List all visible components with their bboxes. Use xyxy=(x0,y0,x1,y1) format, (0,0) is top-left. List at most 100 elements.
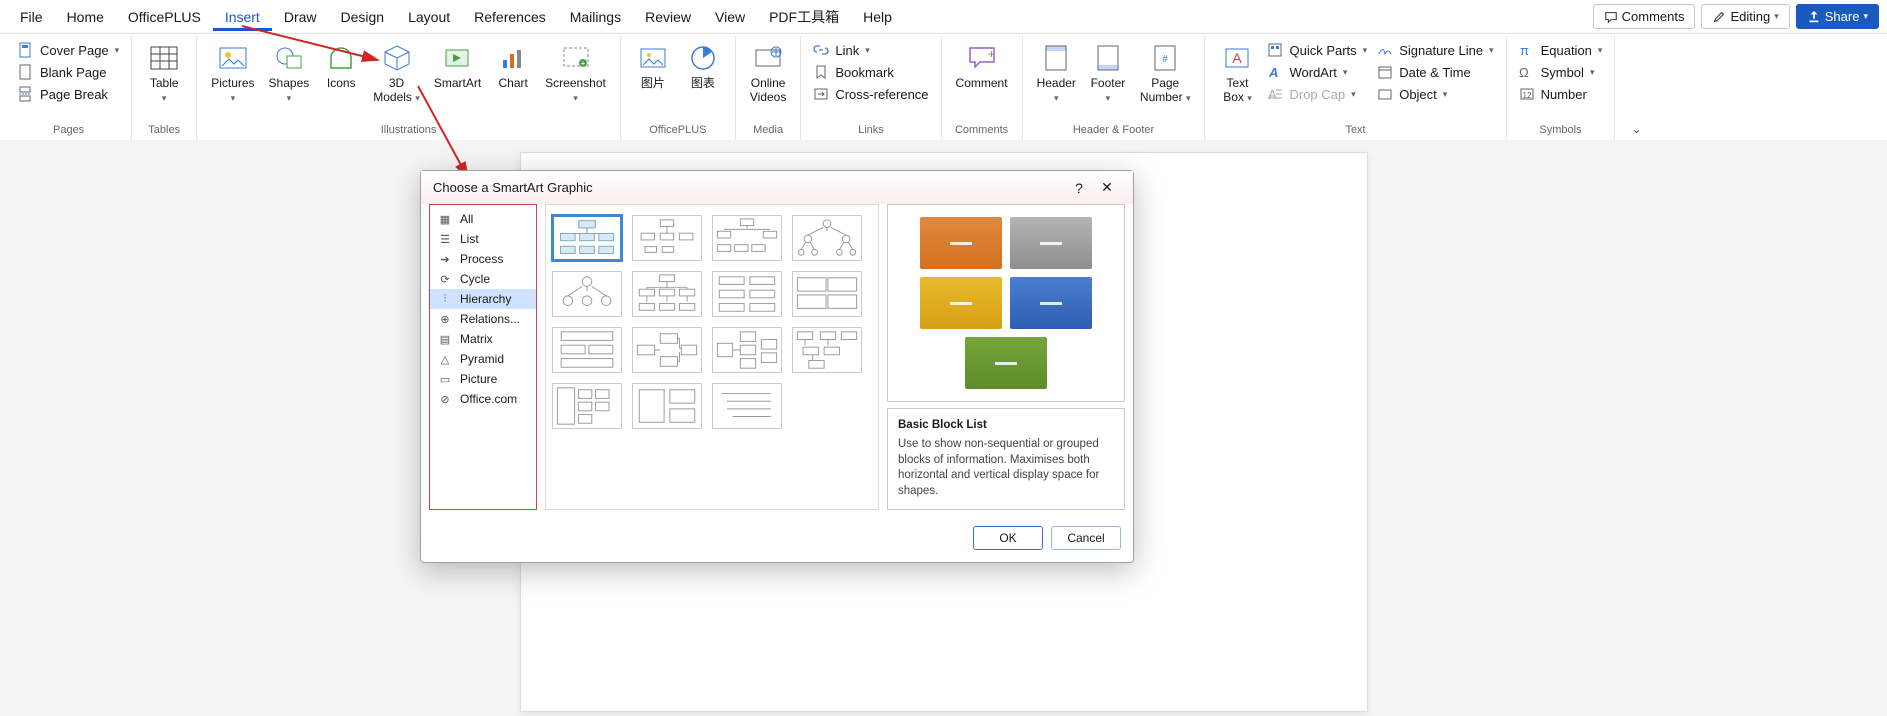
chevron-down-icon: ▾ xyxy=(1598,45,1603,56)
share-button[interactable]: Share ▾ xyxy=(1796,4,1879,29)
tubiao-button[interactable]: 图表 xyxy=(679,40,727,90)
page-break-button[interactable]: Page Break xyxy=(14,84,123,104)
cat-picture[interactable]: ▭Picture xyxy=(430,369,536,389)
thumb-10[interactable] xyxy=(632,327,702,373)
smartart-button[interactable]: SmartArt xyxy=(428,40,487,90)
header-button[interactable]: Header▾ xyxy=(1031,40,1082,105)
thumb-15[interactable] xyxy=(712,383,782,429)
cat-process[interactable]: ➔Process xyxy=(430,249,536,269)
equation-button[interactable]: π Equation▾ xyxy=(1515,40,1607,60)
quick-parts-button[interactable]: Quick Parts▾ xyxy=(1263,40,1371,60)
pictures-button[interactable]: Pictures▾ xyxy=(205,40,260,105)
menu-file[interactable]: File xyxy=(8,3,55,31)
shapes-button[interactable]: Shapes▾ xyxy=(263,40,316,105)
drop-cap-button[interactable]: A Drop Cap▾ xyxy=(1263,84,1371,104)
menu-help[interactable]: Help xyxy=(851,3,904,31)
cancel-button[interactable]: Cancel xyxy=(1051,526,1121,550)
dialog-help-button[interactable]: ? xyxy=(1065,180,1093,196)
bookmark-icon xyxy=(813,64,829,80)
page-break-icon xyxy=(18,86,34,102)
thumb-5[interactable] xyxy=(552,271,622,317)
shapes-icon xyxy=(273,42,305,74)
cover-page-button[interactable]: Cover Page ▾ xyxy=(14,40,123,60)
text-box-button[interactable]: A Text Box ▾ xyxy=(1213,40,1261,105)
svg-text:+: + xyxy=(580,59,585,68)
comments-button[interactable]: Comments xyxy=(1593,4,1696,29)
cat-list[interactable]: ☰List xyxy=(430,229,536,249)
menu-view[interactable]: View xyxy=(703,3,757,31)
svg-text:A: A xyxy=(1233,50,1243,66)
date-time-button[interactable]: Date & Time xyxy=(1373,62,1497,82)
editing-button[interactable]: Editing ▾ xyxy=(1701,4,1789,29)
table-button[interactable]: Table▾ xyxy=(140,40,188,105)
cat-all[interactable]: ▦All xyxy=(430,209,536,229)
wordart-button[interactable]: A WordArt▾ xyxy=(1263,62,1371,82)
online-videos-button[interactable]: Online Videos xyxy=(744,40,792,104)
object-button[interactable]: Object▾ xyxy=(1373,84,1497,104)
cat-relationship[interactable]: ⊕Relations... xyxy=(430,309,536,329)
ok-button[interactable]: OK xyxy=(973,526,1043,550)
menu-mailings[interactable]: Mailings xyxy=(558,3,633,31)
cat-pyramid[interactable]: △Pyramid xyxy=(430,349,536,369)
thumb-11[interactable] xyxy=(712,327,782,373)
group-officeplus: 图片 图表 OfficePLUS xyxy=(621,36,736,140)
icons-button[interactable]: Icons xyxy=(317,40,365,90)
link-button[interactable]: Link ▾ xyxy=(809,40,932,60)
preview-block-1 xyxy=(920,217,1002,269)
symbol-button[interactable]: Ω Symbol▾ xyxy=(1515,62,1607,82)
cat-office[interactable]: ⊘Office.com xyxy=(430,389,536,409)
thumb-1[interactable] xyxy=(552,215,622,261)
thumb-9[interactable] xyxy=(552,327,622,373)
number-button[interactable]: 12 Number xyxy=(1515,84,1607,104)
tupian-button[interactable]: 图片 xyxy=(629,40,677,90)
dialog-close-button[interactable]: ✕ xyxy=(1093,179,1121,196)
3d-models-button[interactable]: 3D Models ▾ xyxy=(367,40,426,105)
share-label: Share xyxy=(1825,9,1860,24)
preview-description: Basic Block List Use to show non-sequent… xyxy=(887,408,1125,510)
group-tables: Table▾ Tables xyxy=(132,36,197,140)
header-label: Header xyxy=(1037,76,1076,90)
thumb-8[interactable] xyxy=(792,271,862,317)
thumb-13[interactable] xyxy=(552,383,622,429)
page-number-button[interactable]: # Page Number ▾ xyxy=(1134,40,1197,105)
menu-review[interactable]: Review xyxy=(633,3,703,31)
chart-button[interactable]: Chart xyxy=(489,40,537,90)
dialog-buttons: OK Cancel xyxy=(421,518,1133,562)
thumb-6[interactable] xyxy=(632,271,702,317)
thumb-7[interactable] xyxy=(712,271,782,317)
signature-line-button[interactable]: Signature Line▾ xyxy=(1373,40,1497,60)
cat-hierarchy[interactable]: ⫶Hierarchy xyxy=(430,289,536,309)
menu-home[interactable]: Home xyxy=(55,3,116,31)
online-videos-label: Online Videos xyxy=(750,76,786,104)
smartart-label: SmartArt xyxy=(434,76,481,90)
cross-reference-button[interactable]: Cross-reference xyxy=(809,84,932,104)
thumb-14[interactable] xyxy=(632,383,702,429)
menu-insert[interactable]: Insert xyxy=(213,3,272,31)
cat-cycle[interactable]: ⟳Cycle xyxy=(430,269,536,289)
menu-layout[interactable]: Layout xyxy=(396,3,462,31)
thumb-4[interactable] xyxy=(792,215,862,261)
text-box-icon: A xyxy=(1221,42,1253,74)
thumb-12[interactable] xyxy=(792,327,862,373)
group-label-illustrations: Illustrations xyxy=(381,122,437,140)
cat-matrix[interactable]: ▤Matrix xyxy=(430,329,536,349)
group-links: Link ▾ Bookmark Cross-reference Links xyxy=(801,36,941,140)
bookmark-button[interactable]: Bookmark xyxy=(809,62,932,82)
blank-page-button[interactable]: Blank Page xyxy=(14,62,123,82)
screenshot-button[interactable]: + Screenshot▾ xyxy=(539,40,612,105)
collapse-chevron-icon[interactable]: ⌄ xyxy=(1623,118,1649,140)
comment-button[interactable]: + Comment xyxy=(950,40,1014,90)
menu-design[interactable]: Design xyxy=(329,3,397,31)
quick-parts-icon xyxy=(1267,42,1283,58)
chevron-down-icon: ▾ xyxy=(1443,89,1448,100)
menu-pdf[interactable]: PDF工具箱 xyxy=(757,1,851,33)
menu-references[interactable]: References xyxy=(462,3,558,31)
menu-draw[interactable]: Draw xyxy=(272,3,329,31)
cat-process-label: Process xyxy=(460,252,503,266)
thumb-2[interactable] xyxy=(632,215,702,261)
tupian-label: 图片 xyxy=(641,76,665,90)
menu-officeplus[interactable]: OfficePLUS xyxy=(116,3,213,31)
footer-button[interactable]: Footer▾ xyxy=(1084,40,1132,105)
thumb-3[interactable] xyxy=(712,215,782,261)
ribbon: Cover Page ▾ Blank Page Page Break Pages… xyxy=(0,34,1887,140)
